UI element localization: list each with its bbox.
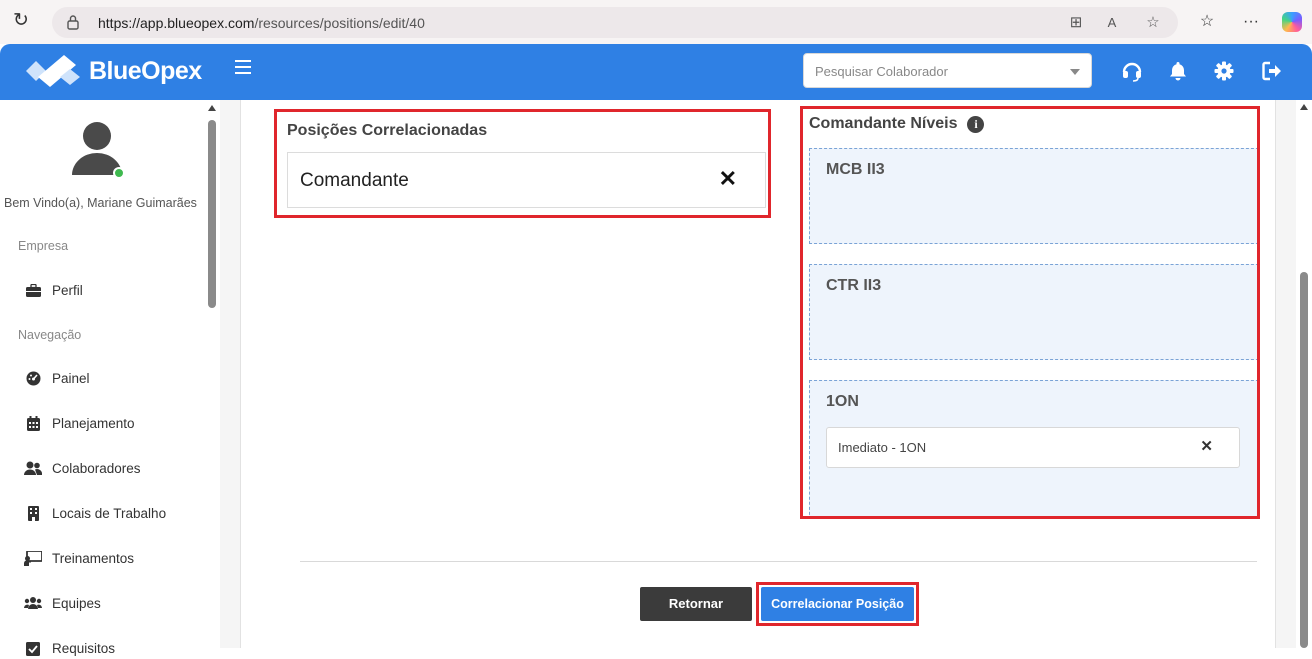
favorite-star-icon[interactable]: ☆ <box>1143 13 1163 33</box>
search-placeholder: Pesquisar Colaborador <box>815 64 948 79</box>
related-position-label: Comandante <box>300 170 409 191</box>
sidebar-item-planejamento[interactable]: Planejamento <box>24 412 135 434</box>
building-icon <box>24 505 42 521</box>
sidebar-scroll-thumb[interactable] <box>208 120 216 308</box>
remove-chip-icon[interactable]: ✕ <box>1200 437 1213 455</box>
remove-position-icon[interactable]: ✕ <box>719 166 737 192</box>
main-scroll-thumb[interactable] <box>1300 272 1308 648</box>
sidebar-item-label: Colaboradores <box>52 460 141 476</box>
sidebar-item-colaboradores[interactable]: Colaboradores <box>24 457 141 479</box>
bell-icon[interactable] <box>1167 60 1189 82</box>
back-button[interactable]: Retornar <box>640 587 752 621</box>
level-name: CTR II3 <box>826 277 882 294</box>
correlate-position-button[interactable]: Correlacionar Posição <box>761 587 914 621</box>
url-text: https://app.blueopex.com/resources/posit… <box>98 15 425 31</box>
calendar-icon <box>24 415 42 431</box>
welcome-text: Bem Vindo(a), Mariane Guimarães <box>4 196 197 210</box>
team-icon <box>24 595 42 611</box>
levels-title: Comandante Níveis i <box>809 115 985 133</box>
app-grid-icon[interactable]: ⊞ <box>1066 13 1086 33</box>
level-panel-1on[interactable]: 1ON Imediato - 1ON ✕ <box>809 380 1257 516</box>
training-icon <box>24 550 42 566</box>
logout-icon[interactable] <box>1261 60 1283 82</box>
main-content: Posições Correlacionadas Comandante ✕ Co… <box>220 100 1312 648</box>
sidebar-item-label: Perfil <box>52 282 83 298</box>
brand-name: BlueOpex <box>89 57 202 85</box>
divider <box>300 561 1257 562</box>
headset-icon[interactable] <box>1121 60 1143 82</box>
correlate-button-highlight: Correlacionar Posição <box>756 582 919 626</box>
copilot-icon[interactable] <box>1282 12 1302 32</box>
sidebar-item-perfil[interactable]: Perfil <box>24 279 83 301</box>
blueopex-logo-icon <box>26 55 80 87</box>
sidebar-item-label: Locais de Trabalho <box>52 505 167 521</box>
more-options-icon[interactable]: ··· <box>1240 11 1262 33</box>
level-name: MCB II3 <box>826 161 885 178</box>
scroll-up-icon[interactable] <box>1300 104 1308 110</box>
chevron-down-icon <box>1070 69 1080 75</box>
sidebar-item-locais-de-trabalho[interactable]: Locais de Trabalho <box>24 502 166 524</box>
sidebar-item-label: Painel <box>52 370 90 386</box>
read-aloud-icon[interactable]: A <box>1102 13 1122 33</box>
related-positions-section: Posições Correlacionadas Comandante ✕ <box>274 109 771 218</box>
reload-icon[interactable]: ↻ <box>10 10 32 32</box>
level-panel-mcb[interactable]: MCB II3 <box>809 148 1257 244</box>
sidebar-item-label: Treinamentos <box>52 550 135 566</box>
sidebar-item-label: Planejamento <box>52 415 135 431</box>
favorites-icon[interactable]: ☆ <box>1196 11 1218 33</box>
requirements-icon <box>24 640 42 656</box>
sidebar-item-treinamentos[interactable]: Treinamentos <box>24 547 134 569</box>
levels-title-text: Comandante Níveis <box>809 115 958 132</box>
menu-toggle-icon[interactable] <box>235 60 251 74</box>
level-name: 1ON <box>826 393 859 410</box>
scroll-up-icon[interactable] <box>208 105 216 111</box>
level-chip[interactable]: Imediato - 1ON ✕ <box>826 427 1240 468</box>
users-icon <box>24 460 42 476</box>
level-chip-label: Imediato - 1ON <box>838 440 927 455</box>
info-icon[interactable]: i <box>967 115 985 133</box>
related-positions-title: Posições Correlacionadas <box>287 122 488 139</box>
sidebar-item-label: Equipes <box>52 595 101 611</box>
sidebar-item-label: Requisitos <box>52 640 116 656</box>
app-header: BlueOpex Pesquisar Colaborador <box>0 44 1312 100</box>
related-position-item[interactable]: Comandante ✕ <box>287 152 766 208</box>
section-title-navigation: Navegação <box>18 328 82 342</box>
sidebar-item-equipes[interactable]: Equipes <box>24 592 101 614</box>
lock-icon <box>67 15 79 30</box>
sidebar-item-requisitos[interactable]: Requisitos <box>24 637 115 659</box>
gear-icon[interactable] <box>1213 60 1235 82</box>
user-avatar-icon <box>72 122 124 179</box>
levels-section: Comandante Níveis i MCB II3 CTR II3 1ON … <box>800 106 1260 519</box>
position-edit-card: Posições Correlacionadas Comandante ✕ Co… <box>240 100 1276 648</box>
address-bar[interactable]: https://app.blueopex.com/resources/posit… <box>52 7 1178 38</box>
briefcase-icon <box>24 282 42 298</box>
level-panel-ctr[interactable]: CTR II3 <box>809 264 1257 360</box>
dashboard-icon <box>24 370 42 386</box>
employee-search-select[interactable]: Pesquisar Colaborador <box>803 53 1092 88</box>
sidebar: Bem Vindo(a), Mariane Guimarães Empresa … <box>0 100 220 656</box>
section-title-company: Empresa <box>18 239 69 253</box>
sidebar-item-painel[interactable]: Painel <box>24 367 90 389</box>
browser-toolbar: ↻ https://app.blueopex.com/resources/pos… <box>0 0 1312 44</box>
